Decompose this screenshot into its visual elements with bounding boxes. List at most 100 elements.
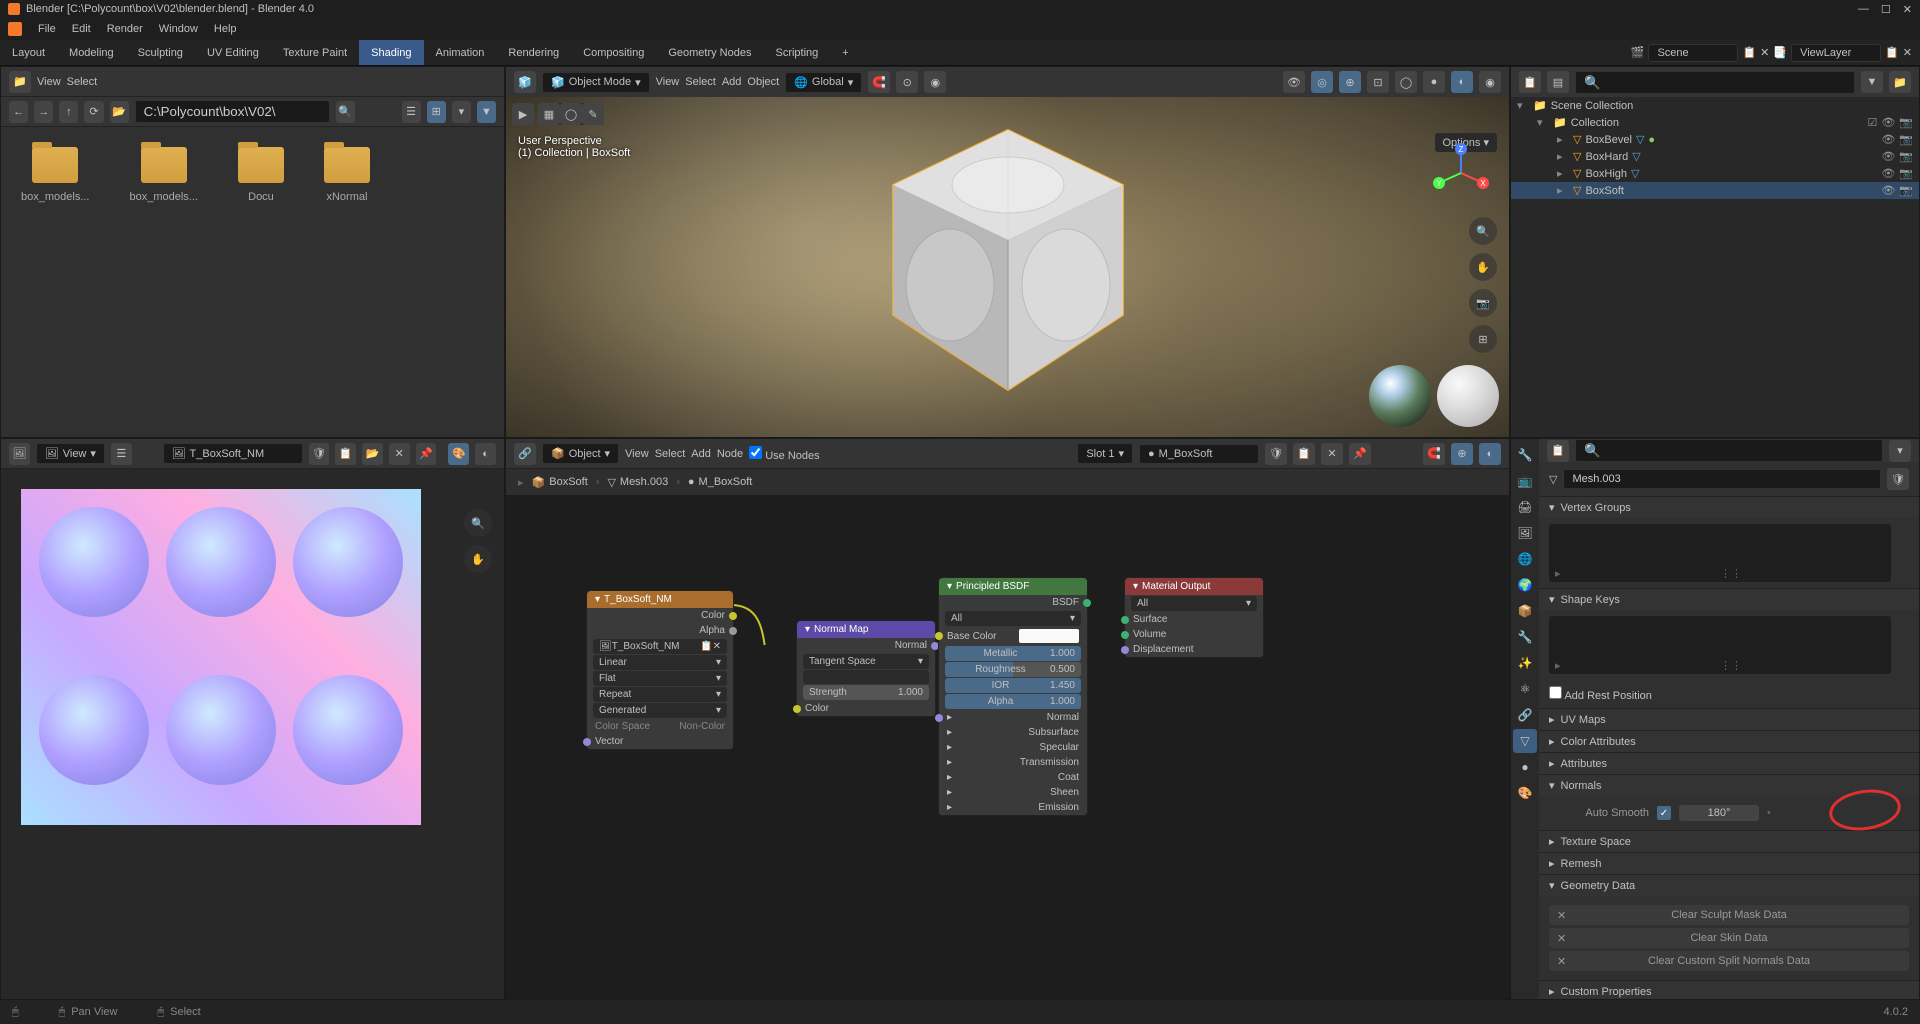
vertex-groups-list[interactable]: ▸⋮⋮ <box>1549 524 1891 582</box>
menu-file[interactable]: File <box>30 23 64 35</box>
node-header[interactable]: ▾ Principled BSDF <box>939 578 1087 595</box>
eye-icon[interactable]: 👁 <box>1881 133 1895 146</box>
new-layer-button[interactable]: 📋 <box>1885 46 1899 59</box>
section-vertex-groups[interactable]: ▾ Vertex Groups <box>1539 497 1919 518</box>
maximize-icon[interactable]: ☐ <box>1881 3 1891 16</box>
img-menu-button[interactable]: ☰ <box>111 443 132 465</box>
display-grid-button[interactable]: ⊞ <box>427 101 446 123</box>
new-coll-button[interactable]: 📁 <box>1889 71 1911 93</box>
editor-type-button[interactable]: 🧊 <box>514 71 536 93</box>
target-field[interactable]: All▾ <box>1131 596 1257 611</box>
tool-cursor[interactable]: ▶ <box>512 103 534 125</box>
channel-button[interactable]: 🎨 <box>448 443 469 465</box>
editor-type-button[interactable]: 🖼 <box>9 443 30 465</box>
image-field[interactable]: 🖼 T_BoxSoft_NM 📋✕ <box>593 639 727 654</box>
folder-item[interactable]: Docu <box>238 147 284 203</box>
node-material-output[interactable]: ▾ Material Output All▾ Surface Volume Di… <box>1124 577 1264 658</box>
eye-icon[interactable]: 👁 <box>1881 184 1895 197</box>
matcap-ball[interactable] <box>1437 365 1499 427</box>
ne-menu-select[interactable]: Select <box>655 448 686 460</box>
tab-modifiers[interactable]: 🔧 <box>1513 625 1537 649</box>
editor-type-button[interactable]: 📋 <box>1547 440 1569 462</box>
nav-folder-button[interactable]: 📂 <box>110 101 129 123</box>
close-icon[interactable]: ✕ <box>1903 3 1912 16</box>
camera-icon[interactable]: 📷 <box>1899 184 1913 197</box>
pan-icon[interactable]: ✋ <box>464 545 492 573</box>
del-layer-button[interactable]: ✕ <box>1903 46 1912 59</box>
menu-edit[interactable]: Edit <box>64 23 99 35</box>
path-input[interactable] <box>135 100 330 123</box>
prop-search[interactable] <box>1575 439 1883 462</box>
uvmap-field[interactable] <box>803 670 929 684</box>
new-image-button[interactable]: 📋 <box>335 443 356 465</box>
tree-object[interactable]: ▸▽BoxHard▽👁📷 <box>1511 148 1919 165</box>
minimize-icon[interactable]: — <box>1858 3 1869 16</box>
clear-skin-button[interactable]: ✕Clear Skin Data <box>1549 928 1909 948</box>
snap-button[interactable]: 🧲 <box>1423 443 1445 465</box>
zoom-icon[interactable]: 🔍 <box>1469 217 1497 245</box>
menu-help[interactable]: Help <box>206 23 245 35</box>
auto-smooth-checkbox[interactable]: ✓ <box>1657 806 1671 820</box>
alpha-slider[interactable]: Alpha1.000 <box>945 694 1081 709</box>
tab-uv[interactable]: UV Editing <box>195 40 271 65</box>
tab-shading[interactable]: Shading <box>359 40 423 65</box>
camera-icon[interactable]: 📷 <box>1899 116 1913 129</box>
tree-object-active[interactable]: ▸▽BoxSoft👁📷 <box>1511 182 1919 199</box>
strength-slider[interactable]: Strength1.000 <box>803 685 929 700</box>
pin-button[interactable]: 📌 <box>416 443 437 465</box>
roughness-slider[interactable]: Roughness0.500 <box>945 662 1081 677</box>
shading-render-button[interactable]: ◉ <box>1479 71 1501 93</box>
shape-keys-list[interactable]: ▸⋮⋮ <box>1549 616 1891 674</box>
clear-normals-button[interactable]: ✕Clear Custom Split Normals Data <box>1549 951 1909 971</box>
fb-menu-select[interactable]: Select <box>67 76 98 88</box>
tab-data[interactable]: ▽ <box>1513 729 1537 753</box>
del-scene-button[interactable]: ✕ <box>1760 46 1769 59</box>
filter-button[interactable]: ▼ <box>477 101 496 123</box>
section-texture-space[interactable]: ▸ Texture Space <box>1539 831 1919 852</box>
new-mat-button[interactable]: 📋 <box>1293 443 1315 465</box>
folder-item[interactable]: xNormal <box>324 147 370 203</box>
tab-render[interactable]: 📺 <box>1513 469 1537 493</box>
section-shape-keys[interactable]: ▾ Shape Keys <box>1539 589 1919 610</box>
display-opts-button[interactable]: ▾ <box>452 101 471 123</box>
unlink-button[interactable]: ✕ <box>1321 443 1343 465</box>
dist-field[interactable]: All▾ <box>945 611 1081 626</box>
gizmo-button[interactable]: ◎ <box>1311 71 1333 93</box>
tab-material[interactable]: ● <box>1513 755 1537 779</box>
node-principled-bsdf[interactable]: ▾ Principled BSDF BSDF All▾ Base Color M… <box>938 577 1088 816</box>
shader-type-button[interactable]: 📦 Object ▾ <box>542 443 619 464</box>
section-remesh[interactable]: ▸ Remesh <box>1539 853 1919 874</box>
ne-menu-view[interactable]: View <box>625 448 649 460</box>
sel-box[interactable]: ▦ <box>538 103 560 125</box>
node-canvas[interactable]: ▾ T_BoxSoft_NM Color Alpha 🖼 T_BoxSoft_N… <box>506 495 1509 999</box>
node-header[interactable]: ▾ T_BoxSoft_NM <box>587 591 733 608</box>
visibility-button[interactable]: 👁 <box>1283 71 1305 93</box>
menu-render[interactable]: Render <box>99 23 151 35</box>
crumb-object[interactable]: 📦 BoxSoft <box>532 476 588 489</box>
camera-icon[interactable]: 📷 <box>1899 133 1913 146</box>
source-field[interactable]: Generated▾ <box>593 703 727 718</box>
img-mode-button[interactable]: 🖼 View ▾ <box>36 443 105 464</box>
eye-icon[interactable]: 👁 <box>1881 167 1895 180</box>
sel-lasso[interactable]: ✎ <box>582 103 604 125</box>
new-scene-button[interactable]: 📋 <box>1742 46 1756 59</box>
interp-field[interactable]: Linear▾ <box>593 655 727 670</box>
tab-output[interactable]: 🖨 <box>1513 495 1537 519</box>
slot-selector[interactable]: Slot 1 ▾ <box>1077 443 1133 464</box>
editor-type-button[interactable]: 📋 <box>1519 71 1541 93</box>
tab-compositing[interactable]: Compositing <box>571 40 656 65</box>
tab-viewlayer[interactable]: 🖼 <box>1513 521 1537 545</box>
mesh-name-field[interactable]: Mesh.003 <box>1563 469 1881 489</box>
image-canvas[interactable]: 🔍 ✋ <box>1 469 504 999</box>
ior-slider[interactable]: IOR1.450 <box>945 678 1081 693</box>
pan-icon[interactable]: ✋ <box>1469 253 1497 281</box>
vp-menu-object[interactable]: Object <box>747 76 779 88</box>
crumb-mesh[interactable]: ▽ Mesh.003 <box>607 476 668 489</box>
sel-circ[interactable]: ◯ <box>560 103 582 125</box>
tab-modeling[interactable]: Modeling <box>57 40 126 65</box>
unlink-button[interactable]: ✕ <box>389 443 410 465</box>
ne-menu-node[interactable]: Node <box>717 448 743 460</box>
color-field[interactable] <box>1019 629 1079 643</box>
nav-fwd-button[interactable]: → <box>34 101 53 123</box>
editor-type-button[interactable]: 📁 <box>9 71 31 93</box>
